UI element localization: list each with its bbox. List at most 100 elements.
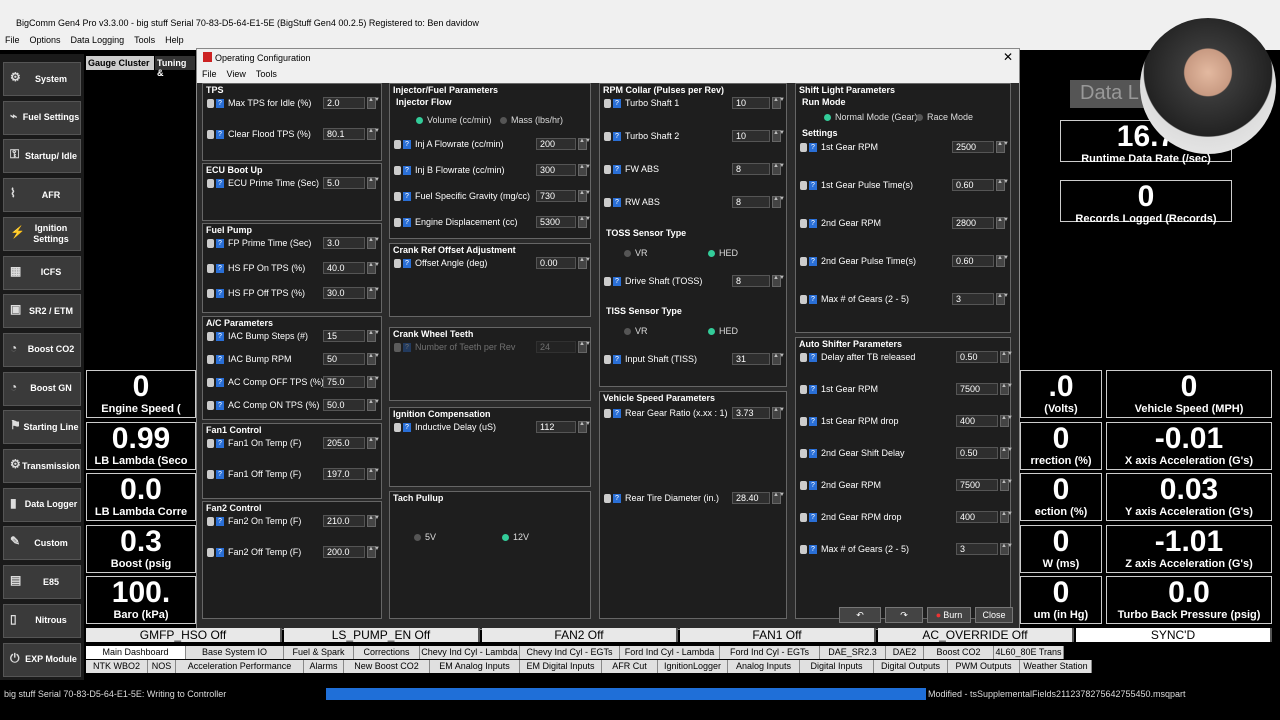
tab-corrections[interactable]: Corrections <box>354 646 420 659</box>
spinner[interactable]: ▲▼ <box>1000 543 1013 555</box>
setting-value-field[interactable]: 730 <box>536 190 576 202</box>
tab-analog-inputs[interactable]: Analog Inputs <box>728 660 800 673</box>
close-icon[interactable]: ✕ <box>1003 50 1013 64</box>
setting-value-field[interactable]: 3.73 <box>732 407 770 419</box>
tab-acceleration-performance[interactable]: Acceleration Performance <box>176 660 304 673</box>
spinner[interactable]: ▲▼ <box>772 492 785 504</box>
help-icon[interactable]: ? <box>613 197 621 207</box>
sidebar-item-startup-idle[interactable]: ⚿ Startup/ Idle <box>3 139 81 174</box>
menu-tools[interactable]: Tools <box>129 32 160 48</box>
tab-4l60-80e-trans[interactable]: 4L60_80E Trans <box>994 646 1064 659</box>
spinner[interactable]: ▲▼ <box>367 330 380 342</box>
radio-option[interactable]: 12V <box>502 532 529 542</box>
tab-dae2[interactable]: DAE2 <box>886 646 924 659</box>
setting-value-field[interactable]: 0.60 <box>952 255 994 267</box>
sidebar-item-data-logger[interactable]: ▮ Data Logger <box>3 487 81 522</box>
help-icon[interactable]: ? <box>613 408 621 418</box>
setting-value-field[interactable]: 3 <box>952 293 994 305</box>
sidebar-item-fuel-settings[interactable]: ⌁ Fuel Settings <box>3 100 81 135</box>
spinner[interactable]: ▲▼ <box>1000 351 1013 363</box>
setting-value-field[interactable]: 80.1 <box>323 128 365 140</box>
setting-value-field[interactable]: 197.0 <box>323 468 365 480</box>
help-icon[interactable]: ? <box>613 131 621 141</box>
help-icon[interactable]: ? <box>809 352 817 362</box>
setting-value-field[interactable]: 50 <box>323 353 365 365</box>
help-icon[interactable]: ? <box>216 469 224 479</box>
tab-weather-station[interactable]: Weather Station <box>1020 660 1092 673</box>
setting-value-field[interactable]: 10 <box>732 130 770 142</box>
tab-chevy-ind-cyl-egts[interactable]: Chevy Ind Cyl - EGTs <box>520 646 620 659</box>
menu-help[interactable]: Help <box>160 32 189 48</box>
spinner[interactable]: ▲▼ <box>367 399 380 411</box>
spinner[interactable]: ▲▼ <box>578 257 591 269</box>
sidebar-item-starting-line[interactable]: ⚑ Starting Line <box>3 410 81 445</box>
sidebar-item-sr2-etm[interactable]: ▣ SR2 / ETM <box>3 294 81 329</box>
spinner[interactable]: ▲▼ <box>772 353 785 365</box>
setting-value-field[interactable]: 40.0 <box>323 262 365 274</box>
help-icon[interactable]: ? <box>216 98 224 108</box>
help-icon[interactable]: ? <box>809 544 817 554</box>
spinner[interactable]: ▲▼ <box>367 353 380 365</box>
spinner[interactable]: ▲▼ <box>367 262 380 274</box>
help-icon[interactable]: ? <box>216 516 224 526</box>
help-icon[interactable]: ? <box>809 512 817 522</box>
tab-new-boost-co2[interactable]: New Boost CO2 <box>344 660 430 673</box>
setting-value-field[interactable]: 24 <box>536 341 576 353</box>
setting-value-field[interactable]: 3.0 <box>323 237 365 249</box>
spinner[interactable]: ▲▼ <box>772 407 785 419</box>
setting-value-field[interactable]: 15 <box>323 330 365 342</box>
help-icon[interactable]: ? <box>403 139 411 149</box>
spinner[interactable]: ▲▼ <box>1000 383 1013 395</box>
spinner[interactable]: ▲▼ <box>1000 415 1013 427</box>
tab-alarms[interactable]: Alarms <box>304 660 344 673</box>
sidebar-item-nitrous[interactable]: ▯ Nitrous <box>3 603 81 638</box>
tab-boost-co2[interactable]: Boost CO2 <box>924 646 994 659</box>
tab-digital-inputs[interactable]: Digital Inputs <box>800 660 874 673</box>
setting-value-field[interactable]: 400 <box>956 511 998 523</box>
tab-dae-sr2-3[interactable]: DAE_SR2.3 <box>820 646 886 659</box>
tab-digital-outputs[interactable]: Digital Outputs <box>874 660 948 673</box>
setting-value-field[interactable]: 5.0 <box>323 177 365 189</box>
tab-main-dashboard[interactable]: Main Dashboard <box>86 646 186 659</box>
spinner[interactable]: ▲▼ <box>996 179 1009 191</box>
spinner[interactable]: ▲▼ <box>578 164 591 176</box>
spinner[interactable]: ▲▼ <box>1000 479 1013 491</box>
spinner[interactable]: ▲▼ <box>996 217 1009 229</box>
tab-base-system-io[interactable]: Base System IO <box>186 646 284 659</box>
spinner[interactable]: ▲▼ <box>772 97 785 109</box>
setting-value-field[interactable]: 205.0 <box>323 437 365 449</box>
setting-value-field[interactable]: 0.60 <box>952 179 994 191</box>
sidebar-item-transmission[interactable]: ⚙ Transmission <box>3 449 81 483</box>
spinner[interactable]: ▲▼ <box>367 177 380 189</box>
sidebar-item-exp-module[interactable]: ⏻ EXP Module <box>3 642 81 677</box>
sidebar-item-custom[interactable]: ✎ Custom <box>3 526 81 561</box>
spinner[interactable]: ▲▼ <box>367 128 380 140</box>
radio-option[interactable]: 5V <box>414 532 436 542</box>
setting-value-field[interactable]: 28.40 <box>732 492 770 504</box>
setting-value-field[interactable]: 2800 <box>952 217 994 229</box>
tab-ford-ind-cyl-lambda[interactable]: Ford Ind Cyl - Lambda <box>620 646 720 659</box>
help-icon[interactable]: ? <box>403 422 411 432</box>
setting-value-field[interactable]: 8 <box>732 196 770 208</box>
help-icon[interactable]: ? <box>403 165 411 175</box>
spinner[interactable]: ▲▼ <box>1000 447 1013 459</box>
setting-value-field[interactable]: 200 <box>536 138 576 150</box>
setting-value-field[interactable]: 2.0 <box>323 97 365 109</box>
setting-value-field[interactable]: 75.0 <box>323 376 365 388</box>
help-icon[interactable]: ? <box>403 258 411 268</box>
setting-value-field[interactable]: 3 <box>956 543 998 555</box>
spinner[interactable]: ▲▼ <box>772 275 785 287</box>
spinner[interactable]: ▲▼ <box>772 130 785 142</box>
radio-option[interactable]: HED <box>708 326 738 336</box>
spinner[interactable]: ▲▼ <box>772 163 785 175</box>
close-button[interactable]: Close <box>975 607 1013 623</box>
redo-button[interactable]: ↷ <box>885 607 923 623</box>
help-icon[interactable]: ? <box>809 218 817 228</box>
radio-option[interactable]: HED <box>708 248 738 258</box>
spinner[interactable]: ▲▼ <box>367 468 380 480</box>
help-icon[interactable]: ? <box>809 448 817 458</box>
setting-value-field[interactable]: 0.50 <box>956 351 998 363</box>
tab-ford-ind-cyl-egts[interactable]: Ford Ind Cyl - EGTs <box>720 646 820 659</box>
sidebar-item-afr[interactable]: ⌇ AFR <box>3 178 81 213</box>
setting-value-field[interactable]: 10 <box>732 97 770 109</box>
